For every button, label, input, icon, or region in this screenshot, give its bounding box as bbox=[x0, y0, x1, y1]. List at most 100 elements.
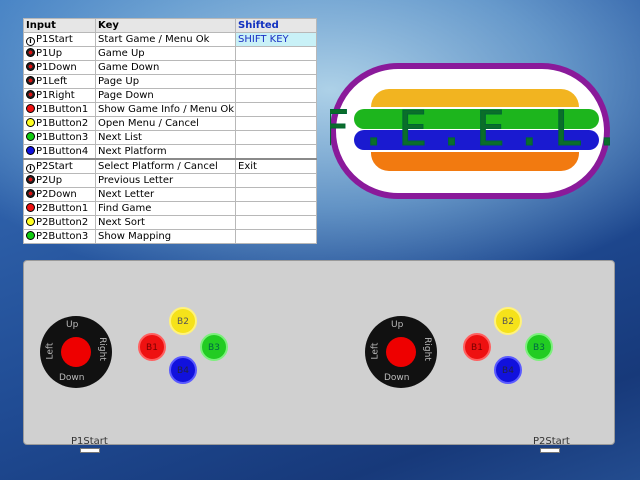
table-row: P2Button2 Next Sort bbox=[23, 215, 317, 230]
p1-button-b3[interactable]: B3 bbox=[200, 333, 228, 361]
shifted-cell bbox=[235, 187, 317, 202]
table-row: P1Button3 Next List bbox=[23, 130, 317, 145]
shifted-cell bbox=[235, 201, 317, 216]
key-cell: Next Platform bbox=[95, 144, 236, 160]
key-cell: Show Mapping bbox=[95, 229, 236, 244]
shifted-cell bbox=[235, 88, 317, 103]
joystick-icon bbox=[26, 90, 35, 99]
start-button-icon: i bbox=[26, 37, 35, 46]
shifted-cell bbox=[235, 144, 317, 160]
input-cell: P1Left bbox=[23, 74, 96, 89]
key-cell: Page Down bbox=[95, 88, 236, 103]
table-row: P1Button1 Show Game Info / Menu Ok bbox=[23, 102, 317, 117]
shifted-cell: SHIFT KEY bbox=[235, 32, 317, 47]
green-button-icon bbox=[26, 132, 35, 141]
shifted-cell bbox=[235, 229, 317, 244]
table-row: P1Left Page Up bbox=[23, 74, 317, 89]
input-cell: P1Down bbox=[23, 60, 96, 75]
joystick-icon bbox=[26, 62, 35, 71]
joystick-icon bbox=[26, 175, 35, 184]
table-row: P1Down Game Down bbox=[23, 60, 317, 75]
table-row: P2Button1 Find Game bbox=[23, 201, 317, 216]
red-button-icon bbox=[26, 104, 35, 113]
input-cell: i P2Start bbox=[23, 158, 96, 174]
shifted-cell bbox=[235, 74, 317, 89]
control-panel: Up Down Left Right B1 B2 B3 B4 P1Start U… bbox=[23, 260, 615, 453]
start-button-icon: i bbox=[26, 164, 35, 173]
joystick-icon bbox=[26, 48, 35, 57]
input-mapping-table: Input Key Shifted i P1Start Start Game / … bbox=[23, 18, 317, 244]
joystick-icon bbox=[26, 76, 35, 85]
input-cell: P1Button1 bbox=[23, 102, 96, 117]
joystick-icon bbox=[26, 189, 35, 198]
p2-joystick[interactable]: Up Down Left Right bbox=[365, 316, 437, 388]
p1-button-b2[interactable]: B2 bbox=[169, 307, 197, 335]
header-shifted: Shifted bbox=[235, 18, 317, 33]
joystick-up-label: Up bbox=[391, 320, 404, 330]
input-cell: P2Down bbox=[23, 187, 96, 202]
input-cell: P2Button1 bbox=[23, 201, 96, 216]
input-cell: P2Up bbox=[23, 173, 96, 188]
input-cell: P1Button2 bbox=[23, 116, 96, 131]
p2-button-b2[interactable]: B2 bbox=[494, 307, 522, 335]
shifted-cell bbox=[235, 215, 317, 230]
yellow-button-icon bbox=[26, 118, 35, 127]
shifted-cell: Exit bbox=[235, 158, 317, 174]
key-cell: Find Game bbox=[95, 201, 236, 216]
shifted-cell bbox=[235, 102, 317, 117]
joystick-left-label: Left bbox=[370, 342, 381, 360]
joystick-left-label: Left bbox=[45, 342, 56, 360]
joystick-right-label: Right bbox=[421, 337, 432, 361]
table-row: P1Button2 Open Menu / Cancel bbox=[23, 116, 317, 131]
input-cell: P1Right bbox=[23, 88, 96, 103]
red-button-icon bbox=[26, 203, 35, 212]
header-input: Input bbox=[23, 18, 96, 33]
key-cell: Show Game Info / Menu Ok bbox=[95, 102, 236, 117]
yellow-button-icon bbox=[26, 217, 35, 226]
key-cell: Previous Letter bbox=[95, 173, 236, 188]
shifted-cell bbox=[235, 173, 317, 188]
key-cell: Game Up bbox=[95, 46, 236, 61]
table-row: P2Up Previous Letter bbox=[23, 173, 317, 188]
joystick-right-label: Right bbox=[96, 337, 107, 361]
p2-start-button[interactable] bbox=[540, 448, 560, 453]
p1-button-b1[interactable]: B1 bbox=[138, 333, 166, 361]
table-row: P1Right Page Down bbox=[23, 88, 317, 103]
key-cell: Open Menu / Cancel bbox=[95, 116, 236, 131]
p1-button-b4[interactable]: B4 bbox=[169, 356, 197, 384]
table-row: P1Up Game Up bbox=[23, 46, 317, 61]
table-row: P2Down Next Letter bbox=[23, 187, 317, 202]
key-cell: Next List bbox=[95, 130, 236, 145]
key-cell: Page Up bbox=[95, 74, 236, 89]
input-cell: P1Button3 bbox=[23, 130, 96, 145]
p2-start-label: P2Start bbox=[533, 436, 570, 447]
header-key: Key bbox=[95, 18, 236, 33]
p1-joystick[interactable]: Up Down Left Right bbox=[40, 316, 112, 388]
joystick-down-label: Down bbox=[59, 373, 85, 383]
p2-button-b4[interactable]: B4 bbox=[494, 356, 522, 384]
input-cell: P2Button2 bbox=[23, 215, 96, 230]
green-button-icon bbox=[26, 231, 35, 240]
table-row: P2Button3 Show Mapping bbox=[23, 229, 317, 244]
input-cell: i P1Start bbox=[23, 32, 96, 47]
key-cell: Start Game / Menu Ok bbox=[95, 32, 236, 47]
key-cell: Next Letter bbox=[95, 187, 236, 202]
table-row: i P1Start Start Game / Menu Ok SHIFT KEY bbox=[23, 32, 317, 47]
input-cell: P1Up bbox=[23, 46, 96, 61]
key-cell: Next Sort bbox=[95, 215, 236, 230]
shifted-cell bbox=[235, 60, 317, 75]
input-cell: P1Button4 bbox=[23, 144, 96, 160]
p2-button-b1[interactable]: B1 bbox=[463, 333, 491, 361]
p1-start-button[interactable] bbox=[80, 448, 100, 453]
table-header-row: Input Key Shifted bbox=[23, 18, 317, 33]
p2-button-b3[interactable]: B3 bbox=[525, 333, 553, 361]
p1-start-label: P1Start bbox=[71, 436, 108, 447]
joystick-up-label: Up bbox=[66, 320, 79, 330]
input-cell: P2Button3 bbox=[23, 229, 96, 244]
table-row: P1Button4 Next Platform bbox=[23, 144, 317, 160]
feel-logo: F.E.E.L. bbox=[330, 63, 610, 199]
table-row: i P2Start Select Platform / Cancel Exit bbox=[23, 158, 317, 174]
shifted-cell bbox=[235, 46, 317, 61]
joystick-ball bbox=[386, 337, 416, 367]
joystick-down-label: Down bbox=[384, 373, 410, 383]
